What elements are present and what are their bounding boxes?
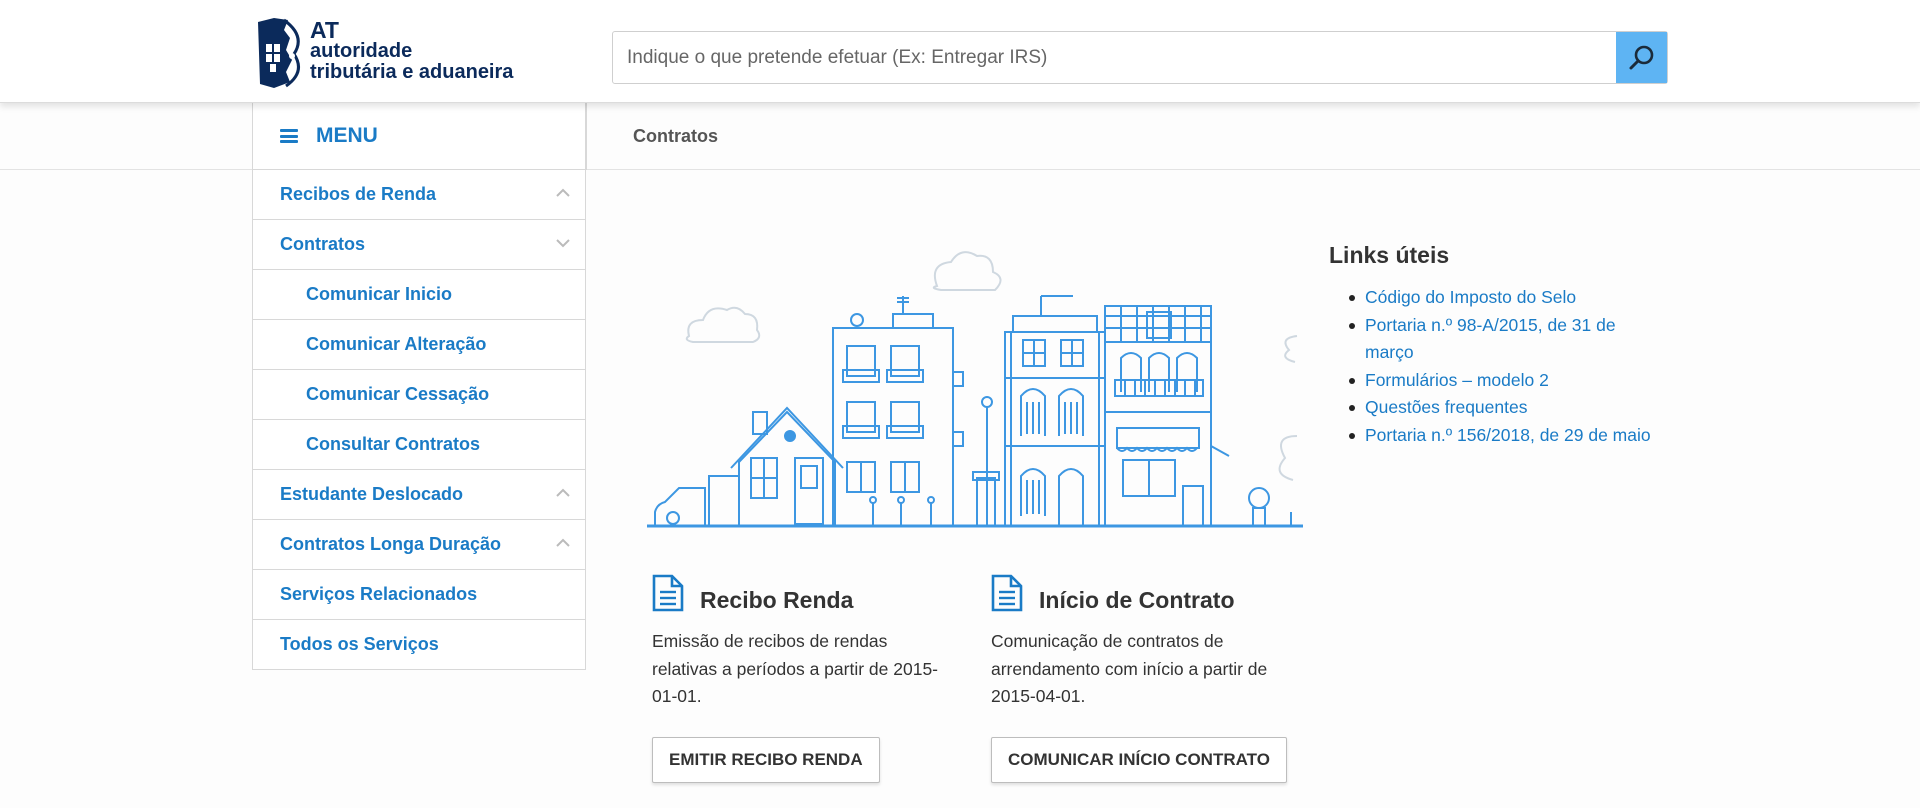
- logo-line-2: autoridade: [310, 40, 413, 62]
- link-portaria-98a-2015[interactable]: Portaria n.º 98-A/2015, de 31 de março: [1365, 315, 1616, 363]
- menu-label: MENU: [316, 124, 378, 147]
- search-input[interactable]: [613, 32, 1616, 83]
- search-box: [612, 31, 1668, 84]
- sidebar-item-label: Contratos: [280, 234, 365, 254]
- chevron-up-icon: [556, 538, 570, 547]
- hamburger-icon: [280, 129, 298, 143]
- sidebar-item-comunicar-inicio[interactable]: Comunicar Inicio: [253, 270, 585, 320]
- sidebar-item-label: Comunicar Inicio: [306, 284, 453, 304]
- card-description: Comunicação de contratos de arrendamento…: [991, 631, 1268, 706]
- list-item: Formulários – modelo 2: [1349, 367, 1659, 395]
- menu-toggle[interactable]: MENU: [252, 103, 586, 170]
- link-portaria-156-2018[interactable]: Portaria n.º 156/2018, de 29 de maio: [1365, 425, 1651, 445]
- chevron-down-icon: [556, 239, 570, 248]
- list-item: Portaria n.º 156/2018, de 29 de maio: [1349, 422, 1659, 450]
- site-header: AT autoridade tributária e aduaneira: [0, 0, 1920, 103]
- sidebar-item-estudante-deslocado[interactable]: Estudante Deslocado: [253, 470, 585, 520]
- breadcrumb: Contratos: [586, 103, 1920, 170]
- link-questoes-frequentes[interactable]: Questões frequentes: [1365, 397, 1527, 417]
- chevron-up-icon: [556, 488, 570, 497]
- page-title: Contratos: [633, 126, 718, 146]
- logo-line-3: tributária e aduaneira: [310, 61, 514, 83]
- document-icon: [991, 574, 1023, 612]
- sidebar-item-label: Serviços Relacionados: [280, 584, 478, 604]
- sidebar-item-contratos-longa-duracao[interactable]: Contratos Longa Duração: [253, 520, 585, 570]
- links-list: Código do Imposto do Selo Portaria n.º 9…: [1329, 284, 1659, 449]
- chevron-up-icon: [556, 188, 570, 197]
- link-codigo-imposto-selo[interactable]: Código do Imposto do Selo: [1365, 287, 1576, 307]
- list-item: Portaria n.º 98-A/2015, de 31 de março: [1349, 312, 1659, 367]
- list-item: Questões frequentes: [1349, 394, 1659, 422]
- comunicar-inicio-contrato-button[interactable]: COMUNICAR INÍCIO CONTRATO: [991, 737, 1287, 783]
- emitir-recibo-renda-button[interactable]: EMITIR RECIBO RENDA: [652, 737, 880, 783]
- sidebar-item-label: Estudante Deslocado: [280, 484, 464, 504]
- sidebar-item-consultar-contratos[interactable]: Consultar Contratos: [253, 420, 585, 470]
- at-emblem-icon: [258, 18, 300, 88]
- sidebar-item-label: Consultar Contratos: [306, 434, 481, 454]
- links-title: Links úteis: [1329, 242, 1450, 268]
- sidebar-item-label: Comunicar Cessação: [306, 384, 490, 404]
- sidebar-item-servicos-relacionados[interactable]: Serviços Relacionados: [253, 570, 585, 620]
- sidebar-item-comunicar-cessacao[interactable]: Comunicar Cessação: [253, 370, 585, 420]
- sidebar-item-label: Comunicar Alteração: [306, 334, 487, 354]
- document-icon: [652, 574, 684, 612]
- links-uteis: Links úteis Código do Imposto do Selo Po…: [1329, 242, 1659, 449]
- sidebar-menu: Recibos de Renda Contratos Comunicar Ini…: [252, 170, 586, 670]
- sidebar-item-contratos[interactable]: Contratos: [253, 220, 585, 270]
- list-item: Código do Imposto do Selo: [1349, 284, 1659, 312]
- link-formularios-modelo-2[interactable]: Formulários – modelo 2: [1365, 370, 1549, 390]
- sidebar-item-label: Recibos de Renda: [280, 184, 437, 204]
- at-logo[interactable]: AT autoridade tributária e aduaneira: [254, 16, 534, 92]
- logo-line-1: AT: [310, 17, 339, 43]
- card-title: Recibo Renda: [700, 587, 854, 613]
- card-description: Emissão de recibos de rendas relativas a…: [652, 631, 938, 706]
- logo-text: AT autoridade tributária e aduaneira: [310, 17, 514, 83]
- sidebar-item-comunicar-alteracao[interactable]: Comunicar Alteração: [253, 320, 585, 370]
- search-button[interactable]: [1616, 32, 1667, 83]
- houses-illustration: [647, 251, 1303, 528]
- sidebar-item-label: Contratos Longa Duração: [280, 534, 502, 554]
- sidebar-item-recibos-de-renda[interactable]: Recibos de Renda: [253, 170, 585, 220]
- card-title: Início de Contrato: [1039, 587, 1235, 613]
- search-icon: [1629, 45, 1653, 69]
- sidebar-item-todos-os-servicos[interactable]: Todos os Serviços: [253, 620, 585, 670]
- sidebar-item-label: Todos os Serviços: [280, 634, 439, 654]
